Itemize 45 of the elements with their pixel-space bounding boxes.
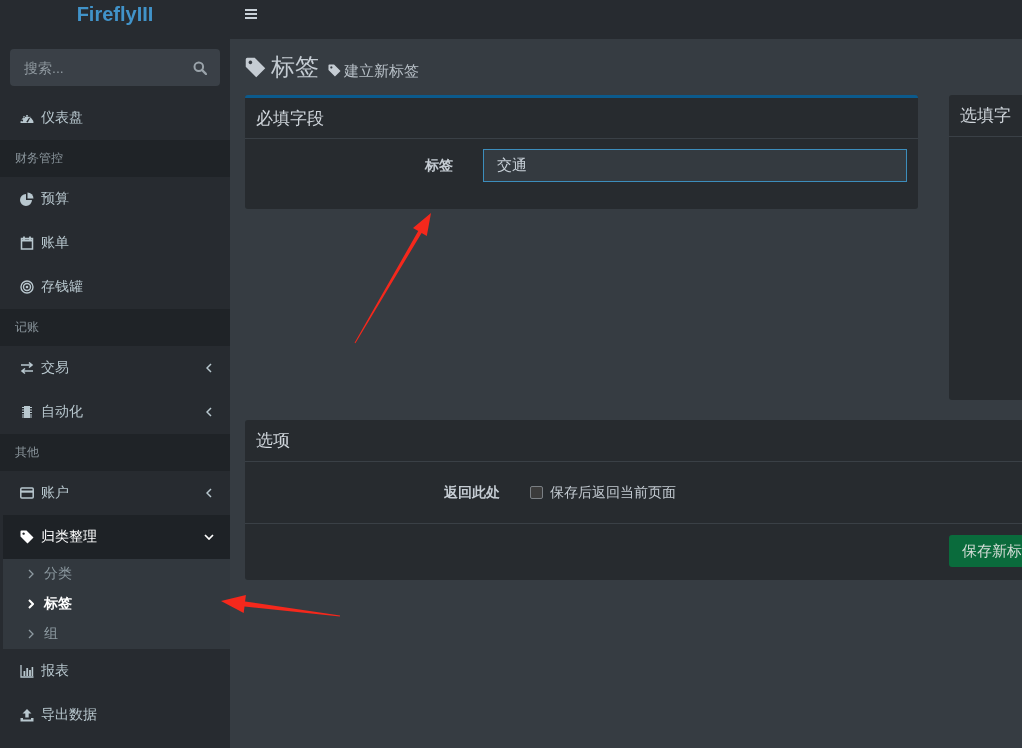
save-button[interactable]: 保存新标	[949, 535, 1022, 567]
nav-section-header: 记账	[0, 309, 230, 346]
nav-item[interactable]: 导出数据	[0, 693, 230, 737]
app-logo[interactable]: FireflyIII	[76, 3, 154, 26]
tag-icon	[328, 64, 341, 77]
text-input[interactable]: 交通	[483, 149, 907, 182]
checkbox-label[interactable]: 保存后返回当前页面	[550, 483, 676, 502]
search-icon[interactable]	[193, 61, 207, 75]
nav-item[interactable]: 报表	[0, 649, 230, 693]
page-subtitle: 建立新标签	[344, 61, 419, 81]
nav-item[interactable]: 仪表盘	[0, 96, 230, 140]
search-field[interactable]: 搜索...	[10, 49, 220, 86]
nav-item[interactable]: 存钱罐	[0, 265, 230, 309]
chevron-right-icon	[28, 629, 34, 639]
chevron-right-icon	[28, 599, 34, 609]
submenu-item[interactable]: 组	[28, 619, 62, 649]
bar-chart-icon	[20, 664, 34, 678]
menu-icon[interactable]	[245, 9, 257, 19]
swap-arrows-icon	[20, 361, 34, 375]
nav-item[interactable]: 自动化	[0, 390, 230, 434]
submenu-item[interactable]: 分类	[28, 559, 76, 589]
nav-section-header: 其他	[0, 434, 230, 471]
pie-chart-icon	[20, 192, 34, 206]
card-title: 必填字段	[256, 107, 324, 130]
page-title: 标签	[271, 52, 319, 82]
tag-icon	[245, 57, 266, 78]
field-label: 返回此处	[444, 484, 500, 500]
nav-item[interactable]: 交易	[0, 346, 230, 390]
tag-icon	[20, 530, 34, 544]
chevron-right-icon	[28, 569, 34, 579]
calendar-icon	[20, 236, 34, 250]
nav-section-header: 财务管控	[0, 140, 230, 177]
nav-item[interactable]: 账单	[0, 221, 230, 265]
target-icon	[20, 280, 34, 294]
field-label: 标签	[425, 157, 453, 173]
checkbox[interactable]	[530, 486, 543, 499]
chip-icon	[20, 405, 34, 419]
nav-item[interactable]: 账户	[0, 471, 230, 515]
upload-icon	[20, 708, 34, 722]
card-title: 选填字	[960, 105, 1011, 127]
submenu-item[interactable]: 标签	[28, 589, 76, 619]
nav-item[interactable]: 预算	[0, 177, 230, 221]
nav-item[interactable]: 归类整理	[0, 515, 230, 559]
card-title: 选项	[256, 430, 290, 452]
credit-card-icon	[20, 486, 34, 500]
